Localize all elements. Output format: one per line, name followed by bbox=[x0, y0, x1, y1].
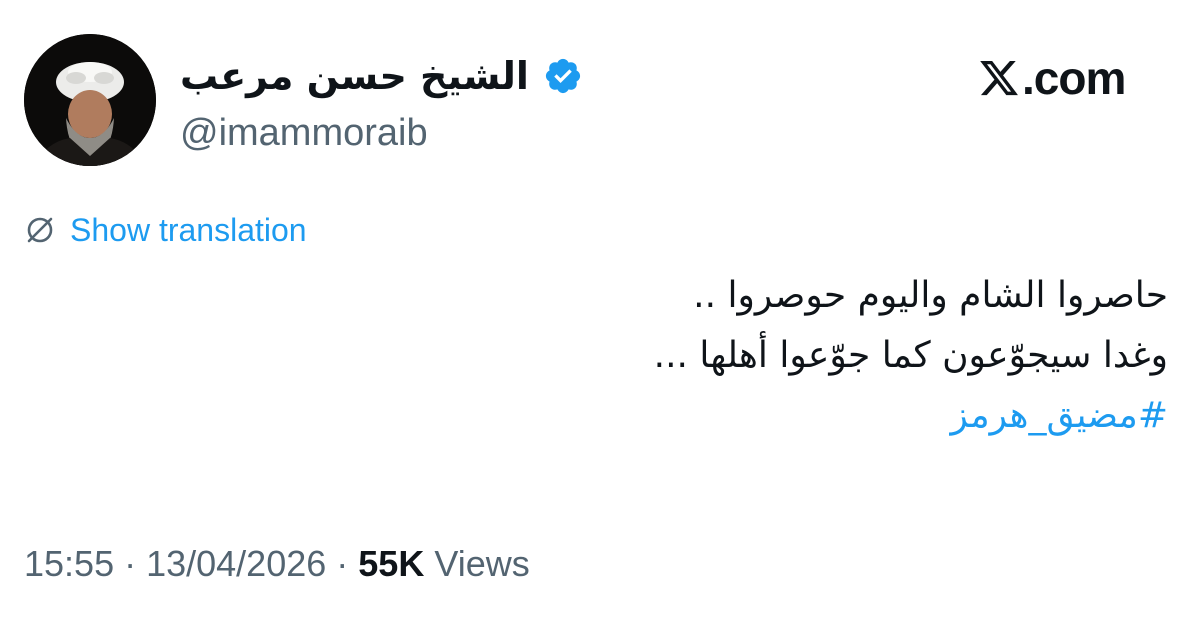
tweet-time[interactable]: 15:55 bbox=[24, 543, 114, 585]
tweet-meta: 15:55 · 13/04/2026 · 55K Views bbox=[24, 538, 530, 590]
avatar-photo bbox=[24, 34, 156, 166]
tweet-line: حاصروا الشام واليوم حوصروا .. bbox=[693, 275, 1168, 316]
x-brand: .com bbox=[978, 48, 1126, 108]
show-translation[interactable]: Show translation bbox=[24, 208, 307, 252]
meta-separator: · bbox=[326, 543, 359, 584]
x-domain-text: .com bbox=[1022, 52, 1126, 104]
author-handle[interactable]: @imammoraib bbox=[180, 112, 428, 155]
tweet-hashtag[interactable]: #مضيق_هرمز bbox=[48, 386, 1168, 446]
views-label: Views bbox=[424, 543, 530, 584]
x-logo-icon bbox=[980, 60, 1018, 96]
tweet-date[interactable]: 13/04/2026 bbox=[146, 543, 326, 585]
show-translation-link[interactable]: Show translation bbox=[70, 212, 307, 249]
meta-separator: · bbox=[114, 543, 147, 584]
tweet-line: وغدا سيجوّعون كما جوّعوا أهلها ... bbox=[653, 335, 1168, 376]
tweet-body: حاصروا الشام واليوم حوصروا .. وغدا سيجوّ… bbox=[48, 266, 1168, 446]
author-name-row: الشيخ حسن مرعب bbox=[180, 44, 583, 108]
views-count: 55K bbox=[358, 543, 425, 584]
author-avatar[interactable] bbox=[24, 34, 156, 166]
globe-icon bbox=[27, 217, 53, 243]
author-display-name[interactable]: الشيخ حسن مرعب bbox=[180, 54, 529, 98]
verified-badge-icon bbox=[545, 58, 581, 94]
